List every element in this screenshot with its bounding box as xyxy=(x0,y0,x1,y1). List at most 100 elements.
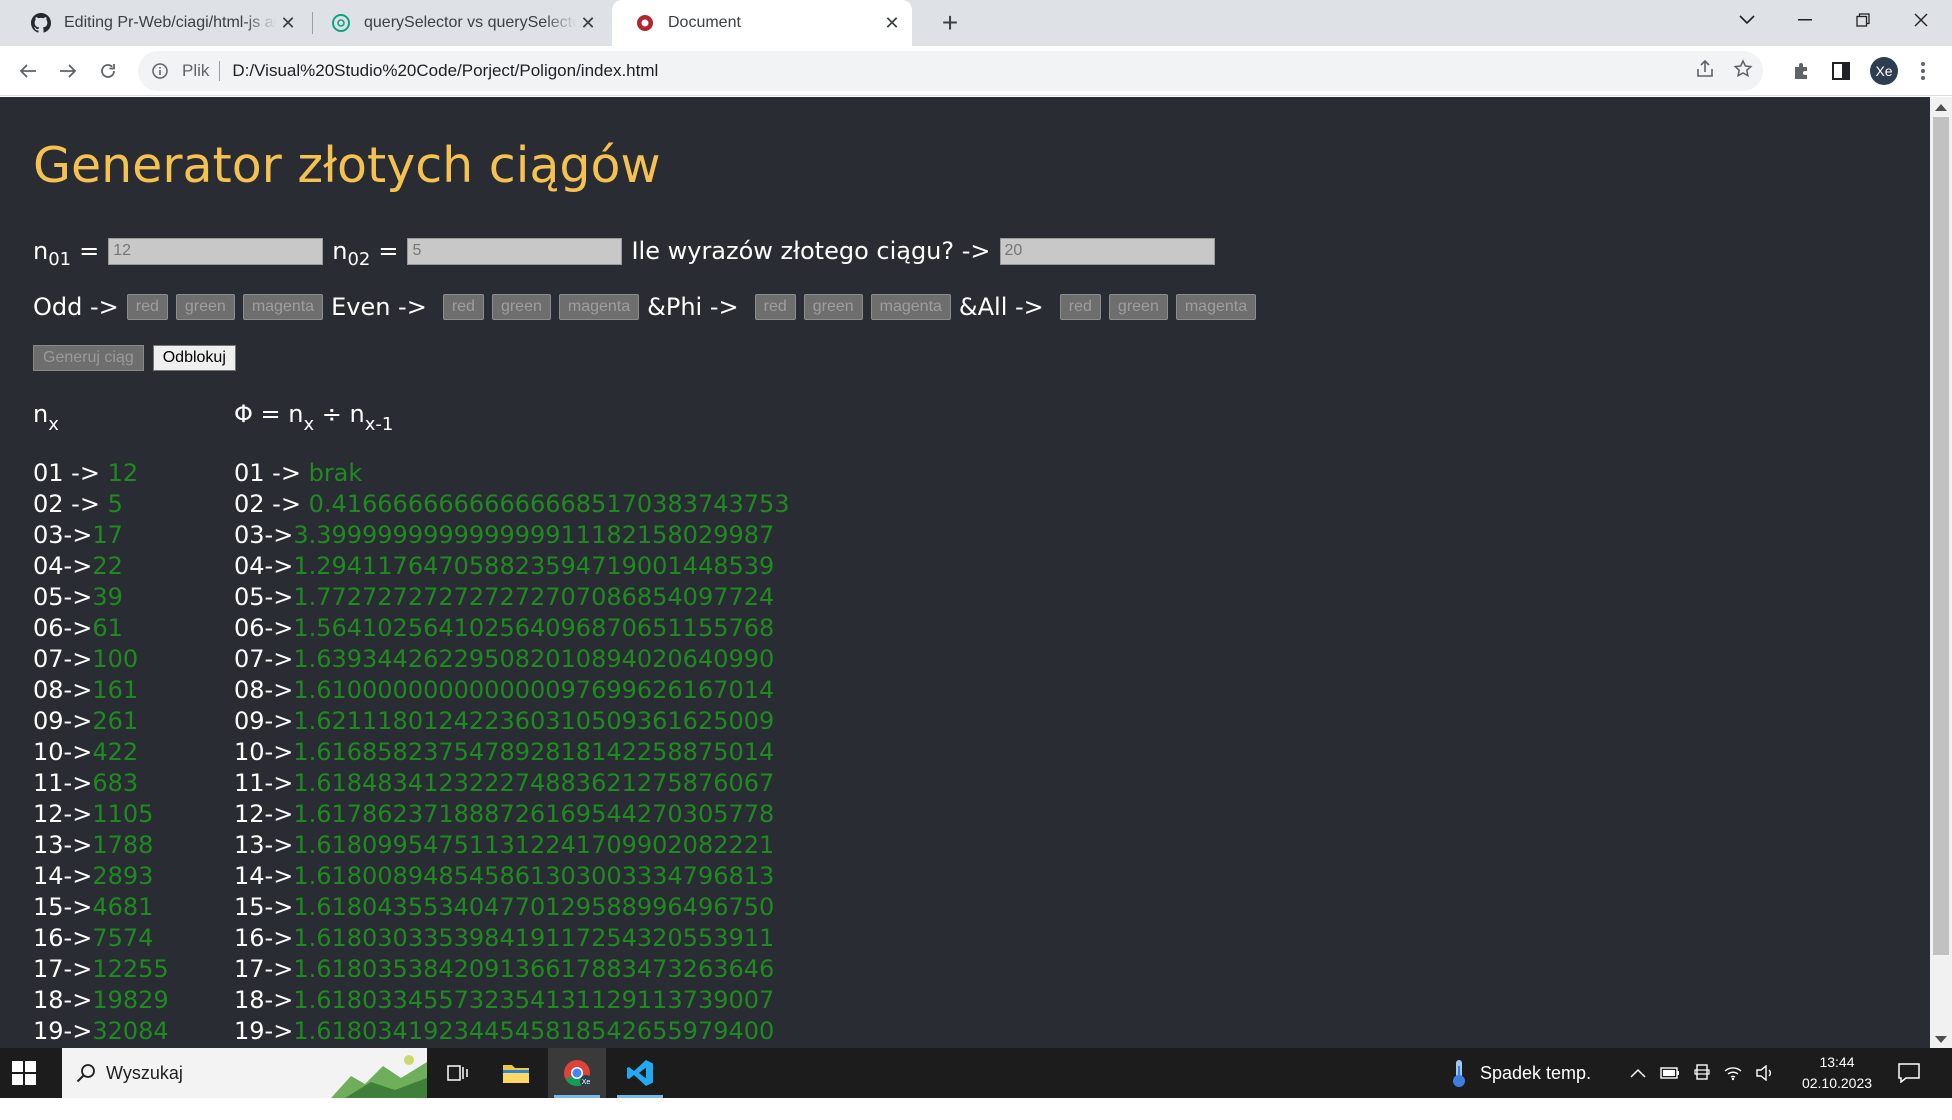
close-tab-icon[interactable]: ✕ xyxy=(276,11,300,35)
chevron-up-icon[interactable] xyxy=(1630,1068,1646,1078)
list-item: 03->17 xyxy=(33,520,169,551)
scroll-down-arrow-icon[interactable] xyxy=(1935,1036,1947,1043)
phi-label: &Phi -> xyxy=(647,293,739,321)
list-item-value: 1.618035384209136617883473263646 xyxy=(293,955,775,983)
tab-title: Document xyxy=(668,14,741,31)
bookmark-star-icon[interactable] xyxy=(1733,58,1753,84)
list-item: 10->422 xyxy=(33,737,169,768)
list-item: 11->683 xyxy=(33,768,169,799)
action-buttons-row: Generuj ciąg Odblokuj xyxy=(33,345,236,371)
list-item-index: 18-> xyxy=(33,986,93,1014)
equals-sign: = xyxy=(378,237,399,265)
side-panel-icon[interactable] xyxy=(1829,59,1853,83)
all-label: &All -> xyxy=(958,293,1044,321)
scroll-up-arrow-icon[interactable] xyxy=(1935,104,1947,111)
count-input[interactable] xyxy=(999,237,1215,265)
browser-toolbar: Plik D:/Visual%20Studio%20Code/Porject/P… xyxy=(0,46,1952,96)
list-item-value: 1.618034192344545818542655979400 xyxy=(293,1017,775,1045)
phi-column-header: Φ = nx ÷ nx-1 xyxy=(234,400,394,435)
search-highlight-illustration xyxy=(331,1048,427,1098)
chrome-taskbar-icon[interactable]: Xe xyxy=(548,1048,606,1098)
new-tab-button[interactable]: + xyxy=(935,7,965,38)
n02-input[interactable] xyxy=(407,237,623,265)
task-view-icon[interactable] xyxy=(429,1048,487,1098)
all-red-button[interactable]: red xyxy=(1059,294,1101,320)
close-window-button[interactable] xyxy=(1892,0,1950,40)
phi-magenta-button[interactable]: magenta xyxy=(870,294,951,320)
page-scrollbar[interactable] xyxy=(1930,97,1952,1048)
all-magenta-button[interactable]: magenta xyxy=(1175,294,1257,320)
tab-document[interactable]: Document ✕ xyxy=(612,0,912,46)
device-icon[interactable] xyxy=(1694,1064,1710,1082)
list-item: 15->1.618043553404770129588996496750 xyxy=(234,892,790,923)
n-column-header: nx xyxy=(33,400,59,435)
list-item: 02 -> 5 xyxy=(33,489,169,520)
reload-icon[interactable] xyxy=(92,55,124,87)
tab-github[interactable]: Editing Pr-Web/ciagi/html-js at main ✕ xyxy=(8,0,308,46)
list-item-value: 12255 xyxy=(92,955,169,983)
taskbar-clock[interactable]: 13:44 02.10.2023 xyxy=(1798,1052,1876,1094)
minimize-button[interactable] xyxy=(1776,0,1834,40)
site-info-icon[interactable] xyxy=(148,59,172,83)
list-item-value: 1788 xyxy=(92,831,154,859)
list-item: 11->1.618483412322274883621275876067 xyxy=(234,768,790,799)
page-viewport: Generator złotych ciągów n01 = n02 = Ile… xyxy=(0,97,1930,1048)
extensions-puzzle-icon[interactable] xyxy=(1789,59,1813,83)
list-item-index: 06-> xyxy=(33,614,93,642)
restore-button[interactable] xyxy=(1834,0,1892,40)
list-item: 10->1.616858237547892818142258875014 xyxy=(234,737,790,768)
kebab-menu-icon[interactable] xyxy=(1911,59,1935,83)
close-tab-icon[interactable]: ✕ xyxy=(576,11,600,35)
forward-arrow-icon[interactable] xyxy=(52,55,84,87)
even-red-button[interactable]: red xyxy=(442,294,484,320)
taskbar-search-box[interactable]: Wyszukaj xyxy=(62,1048,427,1098)
weather-text: Spadek temp. xyxy=(1480,1062,1592,1083)
odd-label: Odd -> xyxy=(33,293,119,321)
generate-sequence-button[interactable]: Generuj ciąg xyxy=(33,345,144,371)
tab-chatgpt[interactable]: querySelector vs querySelectorAll ✕ xyxy=(308,0,608,46)
all-green-button[interactable]: green xyxy=(1108,294,1168,320)
weather-widget[interactable]: Spadek temp. xyxy=(1450,1048,1591,1098)
phi-green-button[interactable]: green xyxy=(803,294,863,320)
volume-icon[interactable] xyxy=(1756,1065,1774,1081)
list-item: 08->1.610000000000000097699626167014 xyxy=(234,675,790,706)
battery-icon[interactable] xyxy=(1660,1066,1680,1080)
wifi-icon[interactable] xyxy=(1724,1065,1742,1081)
file-explorer-icon[interactable] xyxy=(487,1048,545,1098)
unlock-button[interactable]: Odblokuj xyxy=(152,345,236,371)
list-item-index: 17-> xyxy=(234,955,294,983)
odd-red-button[interactable]: red xyxy=(126,294,168,320)
close-tab-icon[interactable]: ✕ xyxy=(880,11,904,35)
notifications-icon[interactable] xyxy=(1898,1048,1920,1098)
n01-input[interactable] xyxy=(108,237,324,265)
odd-green-button[interactable]: green xyxy=(175,294,235,320)
vscode-taskbar-icon[interactable] xyxy=(611,1048,669,1098)
even-green-button[interactable]: green xyxy=(491,294,551,320)
scrollbar-thumb[interactable] xyxy=(1933,117,1949,955)
list-item-value: 2893 xyxy=(92,862,154,890)
list-item-index: 19-> xyxy=(33,1017,93,1045)
list-item-value: 61 xyxy=(92,614,123,642)
even-magenta-button[interactable]: magenta xyxy=(558,294,640,320)
windows-taskbar: Wyszukaj Xe Spadek temp. 13:44 02.10.202… xyxy=(0,1048,1952,1098)
list-item: 04->1.294117647058823594719001448539 xyxy=(234,551,790,582)
inputs-row: n01 = n02 = Ile wyrazów złotego ciągu? -… xyxy=(33,237,1215,269)
phi-red-button[interactable]: red xyxy=(754,294,796,320)
list-item-value: 161 xyxy=(92,676,139,704)
list-item: 07->100 xyxy=(33,644,169,675)
list-item-value: 0.416666666666666685170383743753 xyxy=(308,490,790,518)
list-item-value: 17 xyxy=(92,521,123,549)
list-item-index: 15-> xyxy=(33,893,93,921)
list-item-index: 07-> xyxy=(33,645,93,673)
back-arrow-icon[interactable] xyxy=(12,55,44,87)
ratio-list: 01 -> brak 02 -> 0.4166666666666666851703… xyxy=(234,458,790,1047)
list-item-index: 01 -> xyxy=(234,459,309,487)
tab-search-chevron-icon[interactable] xyxy=(1718,0,1776,40)
address-bar[interactable]: Plik D:/Visual%20Studio%20Code/Porject/P… xyxy=(138,51,1763,91)
omnibox-tools xyxy=(1695,51,1753,91)
windows-start-icon[interactable] xyxy=(12,1061,36,1085)
odd-magenta-button[interactable]: magenta xyxy=(242,294,324,320)
profile-avatar[interactable]: Xe xyxy=(1870,57,1898,85)
share-icon[interactable] xyxy=(1695,59,1715,84)
screen-bottom-strip xyxy=(0,1098,1952,1120)
